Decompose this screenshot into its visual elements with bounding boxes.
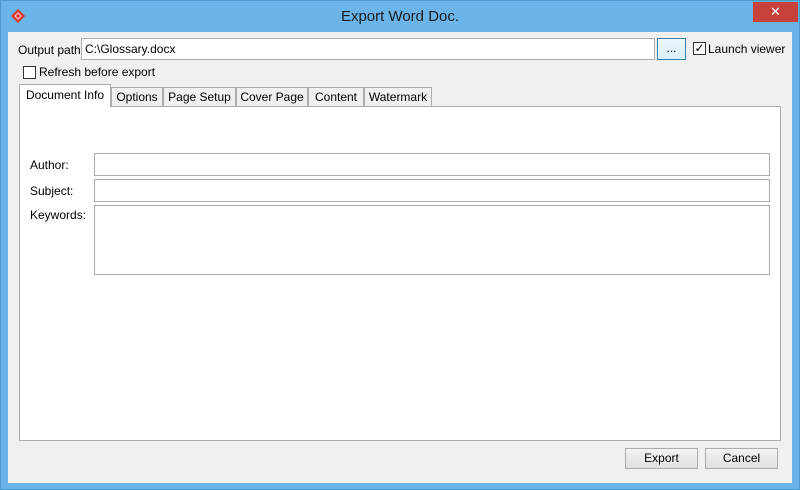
launch-viewer-checkbox[interactable]: ✓ [693, 42, 706, 55]
close-icon: ✕ [770, 4, 781, 19]
keywords-textarea[interactable] [94, 205, 770, 275]
tab-watermark[interactable]: Watermark [364, 87, 432, 106]
browse-button[interactable]: ... [657, 38, 686, 60]
cancel-button[interactable]: Cancel [705, 448, 778, 469]
keywords-label: Keywords: [30, 208, 87, 222]
close-button[interactable]: ✕ [753, 2, 798, 22]
tab-content[interactable]: Content [308, 87, 364, 106]
export-word-dialog: Export Word Doc. ✕ Output path: C:\Gloss… [0, 0, 800, 490]
dialog-body: Output path: C:\Glossary.docx ... ✓ Laun… [8, 32, 792, 483]
checkmark-icon: ✓ [694, 41, 705, 55]
refresh-before-export-label: Refresh before export [39, 65, 156, 79]
document-info-panel: Author: Subject: Keywords: [19, 106, 781, 441]
tab-document-info[interactable]: Document Info [19, 84, 111, 107]
launch-viewer-label: Launch viewer [708, 42, 786, 56]
title-bar[interactable]: Export Word Doc. ✕ [1, 1, 799, 32]
refresh-before-export-checkbox[interactable] [23, 66, 36, 79]
subject-input[interactable] [94, 179, 770, 202]
author-input[interactable] [94, 153, 770, 176]
tab-cover-page[interactable]: Cover Page [236, 87, 308, 106]
author-label: Author: [30, 158, 69, 172]
output-path-input[interactable]: C:\Glossary.docx [81, 38, 655, 60]
tab-options[interactable]: Options [111, 87, 163, 106]
window-title: Export Word Doc. [340, 8, 460, 25]
output-path-label: Output path: [18, 43, 85, 57]
subject-label: Subject: [30, 184, 74, 198]
tab-page-setup[interactable]: Page Setup [163, 87, 236, 106]
export-button[interactable]: Export [625, 448, 698, 469]
